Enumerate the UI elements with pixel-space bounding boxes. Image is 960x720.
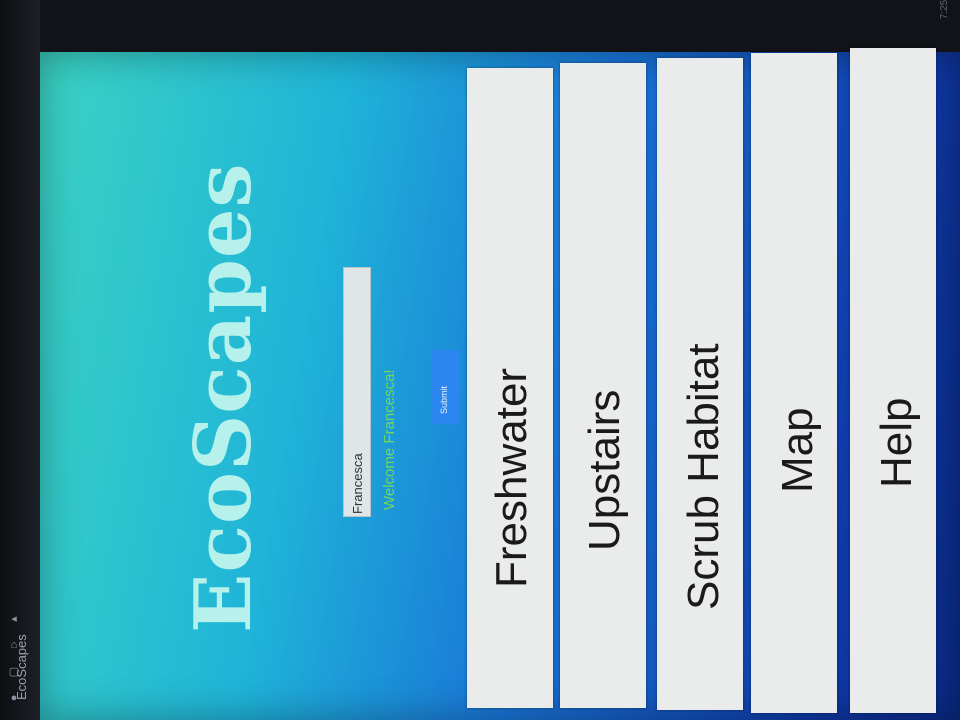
back-icon[interactable]: ◂	[6, 612, 22, 625]
upstairs-button[interactable]: Upstairs	[560, 63, 646, 708]
submit-label: Submit	[439, 385, 449, 414]
upstairs-label: Upstairs	[580, 389, 629, 551]
map-label: Map	[773, 407, 822, 493]
help-label: Help	[872, 397, 921, 489]
help-button[interactable]: Help	[850, 48, 936, 713]
logo: EcoScapes	[178, 162, 269, 633]
name-input-value: Francesca	[350, 453, 365, 514]
system-bar: ◂ ⌂ ▢ ● EcoScapes	[0, 0, 40, 720]
submit-button[interactable]: Submit	[432, 350, 460, 424]
welcome-message: Welcome Francesca!	[381, 369, 398, 510]
scrub-habitat-label: Scrub Habitat	[679, 343, 728, 610]
app-title: EcoScapes	[14, 634, 29, 700]
clock: 7:25	[938, 0, 950, 20]
freshwater-button[interactable]: Freshwater	[467, 68, 553, 708]
map-button[interactable]: Map	[751, 53, 837, 713]
freshwater-label: Freshwater	[487, 367, 536, 588]
name-input[interactable]: Francesca	[343, 267, 371, 517]
scrub-habitat-button[interactable]: Scrub Habitat	[657, 58, 743, 710]
